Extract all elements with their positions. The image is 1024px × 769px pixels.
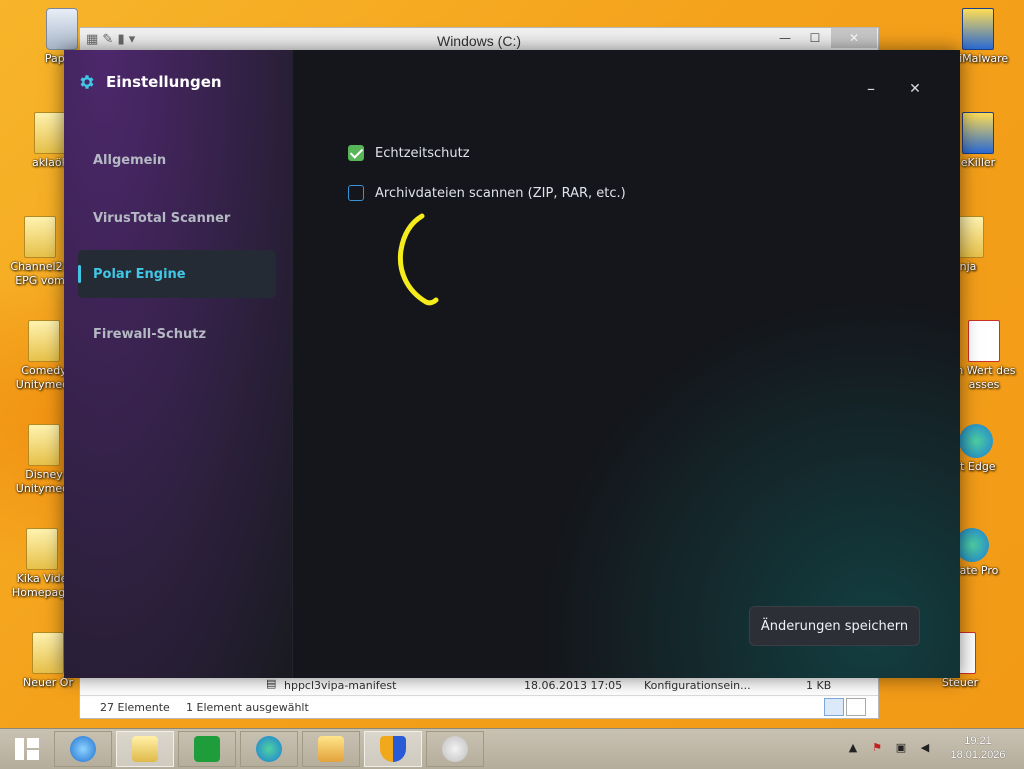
file-icon [24, 216, 56, 258]
nav-item-label: Firewall-Schutz [93, 326, 207, 342]
taskbar-store[interactable] [178, 731, 236, 767]
nav-item-allgemein[interactable]: Allgemein [78, 136, 276, 184]
selection-count: 1 Element ausgewählt [186, 701, 309, 714]
explorer-close-button[interactable]: ✕ [831, 28, 877, 48]
nav-item-polar-engine[interactable]: Polar Engine [78, 250, 276, 298]
dialog-title: Einstellungen [106, 73, 222, 91]
large-icons-view-button[interactable] [846, 698, 866, 716]
folder-icon [34, 112, 66, 154]
dialog-header: Einstellungen [78, 71, 222, 93]
update-icon [955, 528, 989, 562]
recycle-bin-icon [46, 8, 78, 50]
taskbar-explorer[interactable] [116, 731, 174, 767]
clock-date: 18.01.2026 [950, 749, 1006, 761]
item-count: 27 Elemente [100, 701, 170, 714]
shield-icon [962, 112, 994, 154]
option-archivdateien[interactable]: Archivdateien scannen (ZIP, RAR, etc.) [348, 185, 626, 201]
nav-item-virustotal-scanner[interactable]: VirusTotal Scanner [78, 194, 276, 242]
gear-icon [80, 75, 94, 89]
internet-explorer-icon [70, 736, 96, 762]
save-button[interactable]: Änderungen speichern [749, 606, 920, 646]
nav-item-label: VirusTotal Scanner [93, 210, 231, 226]
file-size: 1 KB [806, 679, 832, 692]
desktop-icon-label: Steuer [941, 676, 979, 689]
system-tray: ▲ ⚑ ▣ ◀ [840, 729, 940, 769]
network-icon[interactable]: ▣ [894, 741, 908, 755]
palette-icon [442, 736, 468, 762]
settings-dialog: Einstellungen Allgemein VirusTotal Scann… [64, 50, 960, 678]
option-label: Archivdateien scannen (ZIP, RAR, etc.) [375, 185, 626, 201]
taskbar-clock[interactable]: 19:21 18.01.2026 [940, 734, 1016, 762]
flag-icon[interactable]: ⚑ [870, 741, 884, 755]
store-icon [194, 736, 220, 762]
start-icon[interactable] [14, 737, 40, 761]
shield-icon [962, 8, 994, 50]
taskbar-outlook[interactable] [302, 731, 360, 767]
clock-time: 19:21 [964, 735, 992, 747]
settings-sidebar: Einstellungen Allgemein VirusTotal Scann… [64, 50, 293, 678]
option-label: Echtzeitschutz [375, 145, 470, 161]
explorer-title: Windows (C:) [436, 33, 521, 49]
taskbar-paint[interactable] [426, 731, 484, 767]
taskbar-edge[interactable] [240, 731, 298, 767]
edge-icon [959, 424, 993, 458]
folder-icon [132, 736, 158, 762]
mail-icon [318, 736, 344, 762]
details-view-button[interactable] [824, 698, 844, 716]
close-button[interactable]: ✕ [904, 78, 926, 100]
folder-icon [32, 632, 64, 674]
file-type: Konfigurationsein... [644, 679, 751, 692]
minimize-button[interactable]: – [860, 78, 882, 100]
explorer-statusbar: 27 Elemente 1 Element ausgewählt [80, 695, 878, 718]
file-icon [28, 424, 60, 466]
taskbar-security-app[interactable] [364, 731, 422, 767]
option-echtzeitschutz[interactable]: Echtzeitschutz [348, 145, 470, 161]
desktop-icon-label: Neuer Or [23, 676, 73, 689]
file-icon: ▤ [266, 677, 277, 690]
pdf-icon [968, 320, 1000, 362]
active-indicator [78, 265, 81, 283]
file-date: 18.06.2013 17:05 [524, 679, 623, 692]
chevron-up-icon[interactable]: ▲ [846, 741, 860, 755]
echtzeitschutz-checkbox[interactable] [348, 145, 364, 161]
nav-item-firewall-schutz[interactable]: Firewall-Schutz [78, 310, 276, 358]
shield-icon [380, 736, 406, 762]
taskbar: ▲ ⚑ ▣ ◀ 19:21 18.01.2026 [0, 728, 1024, 769]
file-icon [26, 528, 58, 570]
nav-item-label: Polar Engine [93, 266, 186, 282]
file-name: hppcl3vipa-manifest [284, 679, 397, 692]
settings-content: – ✕ Echtzeitschutz Archivdateien scannen… [293, 50, 960, 678]
explorer-minimize-button[interactable]: — [770, 28, 800, 48]
taskbar-ie[interactable] [54, 731, 112, 767]
edge-icon [256, 736, 282, 762]
archivdateien-checkbox[interactable] [348, 185, 364, 201]
file-icon [28, 320, 60, 362]
speaker-icon[interactable]: ◀ [918, 741, 932, 755]
nav-item-label: Allgemein [93, 152, 167, 168]
explorer-maximize-button[interactable]: ☐ [800, 28, 830, 48]
